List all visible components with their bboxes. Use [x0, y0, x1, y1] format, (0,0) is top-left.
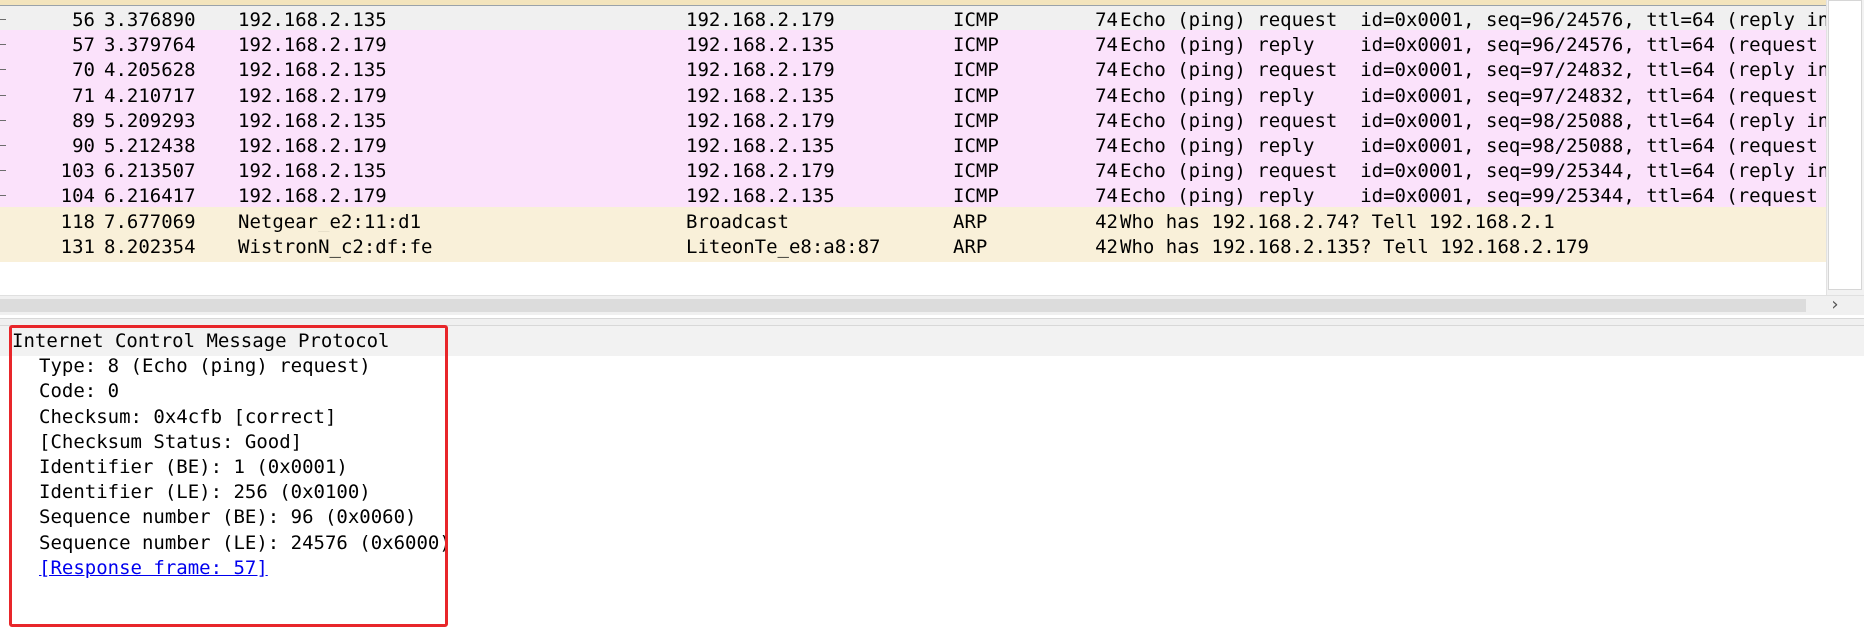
packet-destination-cell: LiteonTe_e8:a8:87 — [686, 235, 881, 258]
packet-row[interactable]: 131 8.202354 WistronN_c2:df:fe LiteonTe_e8:… — [0, 231, 1826, 262]
pane-splitter[interactable] — [0, 318, 1864, 326]
response-frame-link[interactable]: [Response frame: 57] — [39, 553, 268, 583]
packet-details-pane: Internet Control Message Protocol Type: … — [0, 326, 1864, 630]
packet-protocol-cell: ARP — [953, 235, 988, 258]
packet-time-cell: 8.202354 — [104, 235, 196, 258]
packet-length-cell: 42 — [1095, 235, 1118, 258]
packet-list: 56 3.376890 192.168.2.135 192.168.2.179 ICMP… — [0, 0, 1826, 295]
packet-list-vertical-scrollbar[interactable] — [1826, 0, 1864, 295]
packet-source-cell: WistronN_c2:df:fe — [238, 235, 433, 258]
packet-info-cell: Who has 192.168.2.135? Tell 192.168.2.17… — [1120, 235, 1589, 258]
horizontal-scroll-thumb[interactable] — [0, 299, 1806, 312]
vertical-scroll-thumb[interactable] — [1828, 0, 1862, 290]
packet-list-horizontal-scrollbar[interactable]: › — [0, 295, 1864, 315]
packet-number-cell: 131 — [60, 235, 95, 258]
scroll-right-arrow-icon[interactable]: › — [1806, 296, 1864, 316]
packet-list-pane: 56 3.376890 192.168.2.135 192.168.2.179 ICMP… — [0, 0, 1864, 318]
